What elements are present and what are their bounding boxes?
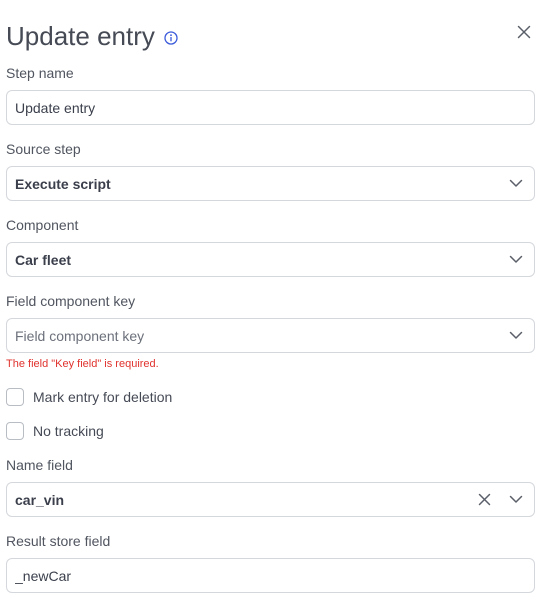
info-icon[interactable] [164,30,178,45]
source-step-value: Execute script [15,175,111,192]
result-store-field-label: Result store field [6,533,111,549]
clear-icon[interactable] [476,492,492,508]
no-tracking-checkbox-row[interactable]: No tracking [6,421,104,441]
step-name-input[interactable]: Update entry [6,90,535,125]
component-label: Component [6,217,79,233]
update-entry-panel: Update entry Step name Update entry Sour… [0,0,542,614]
close-icon [517,25,531,44]
close-button[interactable] [514,24,534,44]
name-field-label: Name field [6,457,73,473]
no-tracking-label[interactable]: No tracking [33,423,104,439]
result-store-field-input[interactable]: _newCar [6,558,535,593]
field-component-key-label: Field component key [6,293,136,309]
field-component-key-select[interactable]: Field component key [6,318,535,353]
result-store-field-value: _newCar [15,567,72,584]
field-component-key-placeholder: Field component key [15,327,145,344]
mark-entry-for-deletion-label[interactable]: Mark entry for deletion [33,389,172,405]
chevron-down-icon[interactable] [508,492,524,508]
chevron-down-icon[interactable] [508,328,524,344]
step-name-value: Update entry [15,99,96,116]
chevron-down-icon[interactable] [508,176,524,192]
step-name-label: Step name [6,65,74,81]
component-value: Car fleet [15,251,72,268]
mark-entry-for-deletion-checkbox-row[interactable]: Mark entry for deletion [6,387,172,407]
no-tracking-checkbox[interactable] [6,422,24,440]
component-select[interactable]: Car fleet [6,242,535,277]
panel-header: Update entry [6,17,178,55]
name-field-value: car_vin [15,491,65,508]
source-step-select[interactable]: Execute script [6,166,535,201]
name-field-select[interactable]: car_vin [6,482,535,517]
panel-title: Update entry [6,20,155,51]
mark-entry-for-deletion-checkbox[interactable] [6,388,24,406]
source-step-label: Source step [6,141,81,157]
field-component-key-error: The field "Key field" is required. [6,358,159,370]
chevron-down-icon[interactable] [508,252,524,268]
